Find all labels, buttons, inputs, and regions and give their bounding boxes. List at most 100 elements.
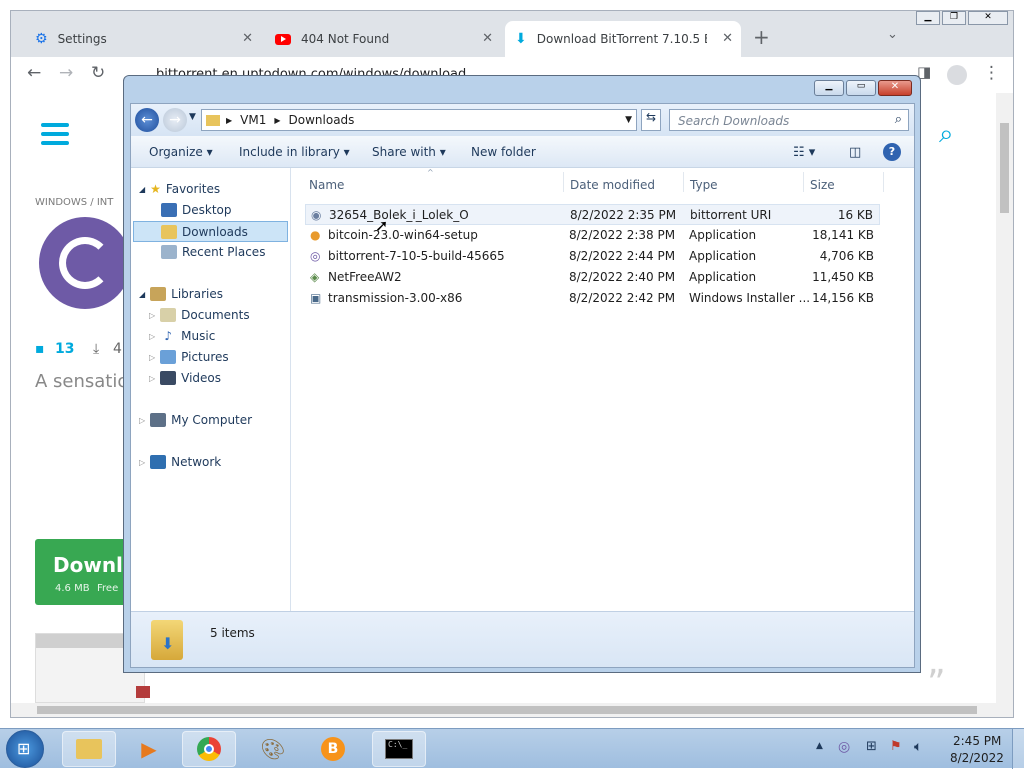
- nav-recent-places[interactable]: Recent Places: [161, 245, 265, 259]
- column-header-size[interactable]: Size: [810, 178, 835, 192]
- navigation-bar: ← → ▼ ▶ VM1 ▶ Downloads ▼ ⇆ Search Downl…: [131, 104, 914, 136]
- close-tab-icon[interactable]: ✕: [722, 31, 733, 46]
- file-type: Application: [689, 270, 757, 284]
- column-header-type[interactable]: Type: [690, 178, 718, 192]
- column-header-date[interactable]: Date modified: [570, 178, 655, 192]
- file-name: NetFreeAW2: [328, 270, 402, 284]
- new-folder-button[interactable]: New folder: [471, 145, 536, 159]
- explorer-content: ← → ▼ ▶ VM1 ▶ Downloads ▼ ⇆ Search Downl…: [130, 103, 915, 668]
- refresh-icon[interactable]: ⇆: [641, 109, 661, 131]
- tab-label: Download BitTorrent 7.10.5 Build: [536, 32, 707, 46]
- clock-date[interactable]: 8/2/2022: [950, 751, 1004, 765]
- minimize-icon[interactable]: ▁: [916, 11, 940, 25]
- nav-downloads[interactable]: Downloads: [133, 221, 288, 242]
- taskbar-media-player-button[interactable]: ▶: [122, 731, 176, 767]
- folder-icon: [76, 739, 102, 759]
- libraries-icon: [150, 287, 167, 301]
- nav-my-computer[interactable]: ▷ My Computer: [139, 413, 252, 427]
- file-row[interactable]: ▣ transmission-3.00-x86 8/2/2022 2:42 PM…: [305, 288, 880, 309]
- taskbar-cmd-button[interactable]: C:\_: [372, 731, 426, 767]
- new-tab-button[interactable]: +: [753, 25, 770, 49]
- show-hidden-icons[interactable]: ▲: [816, 741, 823, 751]
- tab-label: Settings: [57, 32, 107, 46]
- more-menu-icon[interactable]: ⋮: [983, 63, 1000, 83]
- tab-download-bittorrent[interactable]: ⬇ Download BitTorrent 7.10.5 Build ✕: [505, 21, 741, 57]
- breadcrumb-vm1[interactable]: VM1: [240, 113, 266, 127]
- chevron-down-icon[interactable]: ⌄: [887, 27, 898, 42]
- forward-arrow-icon[interactable]: →: [163, 108, 187, 132]
- share-with-button[interactable]: Share with ▾: [372, 145, 446, 159]
- search-icon[interactable]: ⌕: [939, 119, 954, 150]
- close-tab-icon[interactable]: ✕: [482, 31, 493, 46]
- start-button[interactable]: ⊞: [6, 730, 44, 768]
- hamburger-menu-icon[interactable]: [41, 123, 69, 145]
- taskbar-bitcoin-button[interactable]: B: [306, 731, 360, 767]
- file-size: 18,141 KB: [812, 228, 874, 242]
- organize-button[interactable]: Organize ▾: [149, 145, 213, 159]
- column-header-name[interactable]: Name: [309, 178, 344, 192]
- preview-pane-icon[interactable]: ◫: [849, 145, 861, 160]
- recent-pages-dropdown-icon[interactable]: ▼: [189, 112, 196, 122]
- file-list: ^ Name Date modified Type Size ◉ 32654_B…: [291, 168, 914, 611]
- search-icon[interactable]: ⌕: [895, 112, 902, 127]
- close-icon[interactable]: ✕: [878, 80, 912, 96]
- nav-network[interactable]: ▷ Network: [139, 455, 221, 469]
- file-type: Application: [689, 249, 757, 263]
- file-row[interactable]: ◉ 32654_Bolek_i_Lolek_O 8/2/2022 2:35 PM…: [305, 204, 880, 225]
- clock-time[interactable]: 2:45 PM: [953, 734, 1001, 748]
- back-arrow-icon[interactable]: ←: [135, 108, 159, 132]
- show-desktop-button[interactable]: [1012, 729, 1024, 769]
- close-tab-icon[interactable]: ✕: [242, 31, 253, 46]
- bittorrent-logo: [39, 217, 131, 309]
- taskbar-explorer-button[interactable]: [62, 731, 116, 767]
- file-size: 16 KB: [837, 208, 873, 222]
- file-type: bittorrent URI: [690, 208, 772, 222]
- network-tray-icon[interactable]: ⊞: [866, 739, 877, 754]
- vertical-scrollbar[interactable]: [996, 93, 1013, 703]
- bittorrent-tray-icon[interactable]: ◎: [838, 739, 850, 755]
- nav-label: Desktop: [182, 203, 232, 217]
- file-size: 11,450 KB: [812, 270, 874, 284]
- paint-icon: 🎨︎: [260, 737, 286, 761]
- nav-label: Libraries: [171, 287, 223, 301]
- breadcrumb-downloads[interactable]: Downloads: [289, 113, 355, 127]
- tab-settings[interactable]: ⚙ Settings ✕: [25, 21, 261, 57]
- app-tagline: A sensatio: [35, 371, 129, 392]
- profile-avatar-icon[interactable]: [947, 65, 967, 85]
- horizontal-scrollbar[interactable]: [11, 703, 1013, 717]
- chrome-icon: [197, 737, 221, 761]
- maximize-icon[interactable]: ❐: [942, 11, 966, 25]
- nav-videos[interactable]: ▷ Videos: [149, 371, 221, 385]
- chevron-down-icon[interactable]: ▼: [625, 115, 632, 125]
- nav-favorites[interactable]: ◢ ★ Favorites: [139, 182, 220, 196]
- minimize-icon[interactable]: ▁: [814, 80, 844, 96]
- file-name: transmission-3.00-x86: [328, 291, 463, 305]
- pictures-icon: [160, 350, 177, 364]
- gear-icon: ⚙: [35, 31, 48, 47]
- view-options-icon[interactable]: ☷ ▾: [793, 145, 815, 160]
- help-icon[interactable]: ?: [883, 143, 901, 161]
- nav-desktop[interactable]: Desktop: [161, 203, 232, 217]
- address-bar[interactable]: ▶ VM1 ▶ Downloads ▼: [201, 109, 637, 131]
- nav-pictures[interactable]: ▷ Pictures: [149, 350, 229, 364]
- close-icon[interactable]: ✕: [968, 11, 1008, 25]
- tab-404[interactable]: 404 Not Found ✕: [265, 21, 501, 57]
- search-box[interactable]: Search Downloads ⌕: [669, 109, 909, 131]
- file-row[interactable]: ● bitcoin-23.0-win64-setup 8/2/2022 2:38…: [305, 225, 880, 246]
- taskbar-chrome-button[interactable]: [182, 731, 236, 767]
- reload-icon[interactable]: ↻: [91, 63, 105, 83]
- nav-music[interactable]: ▷ ♪ Music: [149, 329, 215, 343]
- include-in-library-button[interactable]: Include in library ▾: [239, 145, 350, 159]
- file-row[interactable]: ◈ NetFreeAW2 8/2/2022 2:40 PM Applicatio…: [305, 267, 880, 288]
- taskbar-paint-button[interactable]: 🎨︎: [246, 731, 300, 767]
- nav-libraries[interactable]: ◢ Libraries: [139, 287, 223, 301]
- forward-arrow-icon[interactable]: →: [59, 63, 73, 83]
- maximize-icon[interactable]: ▭: [846, 80, 876, 96]
- back-arrow-icon[interactable]: ←: [27, 63, 41, 83]
- youtube-icon: [275, 33, 291, 45]
- file-row[interactable]: ◎ bittorrent-7-10-5-build-45665 8/2/2022…: [305, 246, 880, 267]
- volume-icon[interactable]: 🔈︎: [914, 739, 922, 755]
- comments-count[interactable]: 13: [55, 341, 74, 357]
- nav-documents[interactable]: ▷ Documents: [149, 308, 250, 322]
- action-center-icon[interactable]: ⚑: [890, 739, 902, 754]
